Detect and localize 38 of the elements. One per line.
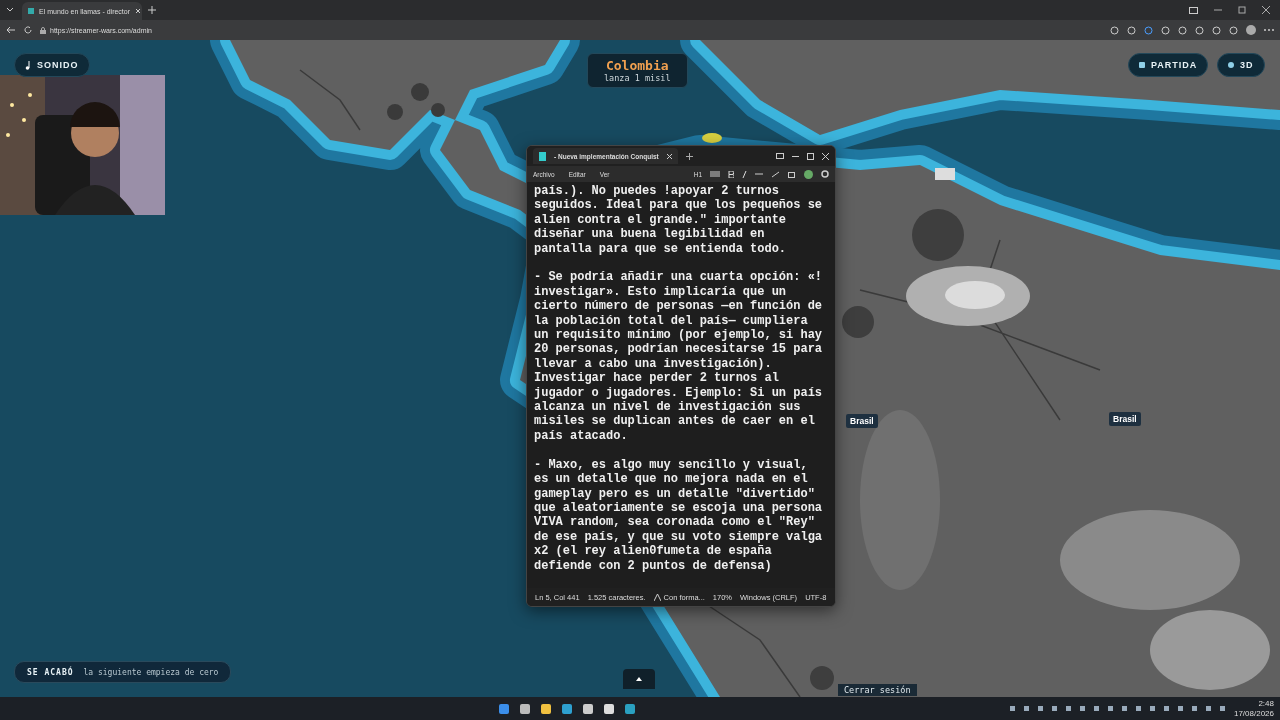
restore-icon[interactable] [1238, 6, 1246, 14]
new-tab-icon[interactable] [148, 6, 156, 14]
close-icon[interactable] [135, 8, 142, 14]
profile-icon[interactable] [1246, 25, 1256, 35]
site-icon [28, 8, 34, 14]
reload-icon[interactable] [24, 26, 32, 34]
clock-date[interactable]: 17/08/2026 [1233, 708, 1274, 719]
italic-icon[interactable] [742, 170, 747, 178]
expand-button[interactable] [623, 669, 655, 689]
window-icon[interactable] [776, 153, 784, 159]
map-label: Brasil [846, 414, 878, 428]
lock-icon [40, 26, 46, 34]
close-icon[interactable] [1262, 6, 1270, 14]
note-paragraph: país.). No puedes !apoyar 2 turnos seguidos. Ideal para que los pequeños se alíen contra el grande." importante diseñar una buena legibilidad en pantalla para que se entienda todo. [534, 184, 824, 257]
note-paragraph: - Maxo, es algo muy sencillo y visual, es un detalle que no mejora nada en el gameplay pero es un detalle "divertido" que aleatoriamente se escoja una persona VIVA random, sea coronada como el "Rey" de ese país, y que su voto siempre valga x2 (el rey alien0fumeta de españa defiende con 2 puntos de defensa) [534, 457, 824, 573]
banner-text: la siguiente empieza de cero [83, 667, 219, 677]
mode-button[interactable]: PARTIDA [1128, 53, 1209, 77]
logout-link[interactable]: Cerrar sesión [838, 684, 917, 696]
clock-time[interactable]: 2:48 [1258, 698, 1274, 709]
close-icon[interactable] [666, 153, 672, 159]
music-note-icon [25, 60, 31, 70]
map-label: Brasil [1109, 412, 1141, 426]
mode-button[interactable]: 3D [1217, 53, 1265, 77]
announcement-text: lanza 1 misil [604, 73, 671, 83]
country-name: Colombia [605, 58, 669, 73]
dot-icon [1228, 62, 1234, 68]
more-icon[interactable] [1264, 28, 1274, 32]
close-icon[interactable] [822, 152, 829, 160]
cast-icon[interactable] [1189, 6, 1198, 14]
up-arrow-icon [636, 677, 642, 681]
maximize-icon[interactable] [807, 152, 814, 160]
banner-title: SE ACABÓ [27, 667, 74, 677]
note-paragraph: - Se podría añadir una cuarta opción: «! investigar». Esto implicaría que un cierto número de personas —en función de la población total del país— cumpliera un requisito mínimo (por ejemplo, si hay 20 personas, podrían necesitarse 15 para llevar a cabo una investigación). Investigar hace perder 2 turnos al jugador o jugadores. Ejemplo: Si un país alcanza un nivel de investigación sus misiles se duplican antes de caer en el país atacado. [534, 270, 824, 444]
sound-button[interactable]: SONIDO [14, 53, 90, 77]
settings-icon[interactable] [821, 170, 829, 178]
new-tab-icon[interactable] [685, 152, 693, 160]
format-icon [653, 593, 661, 601]
back-icon[interactable] [6, 26, 16, 34]
